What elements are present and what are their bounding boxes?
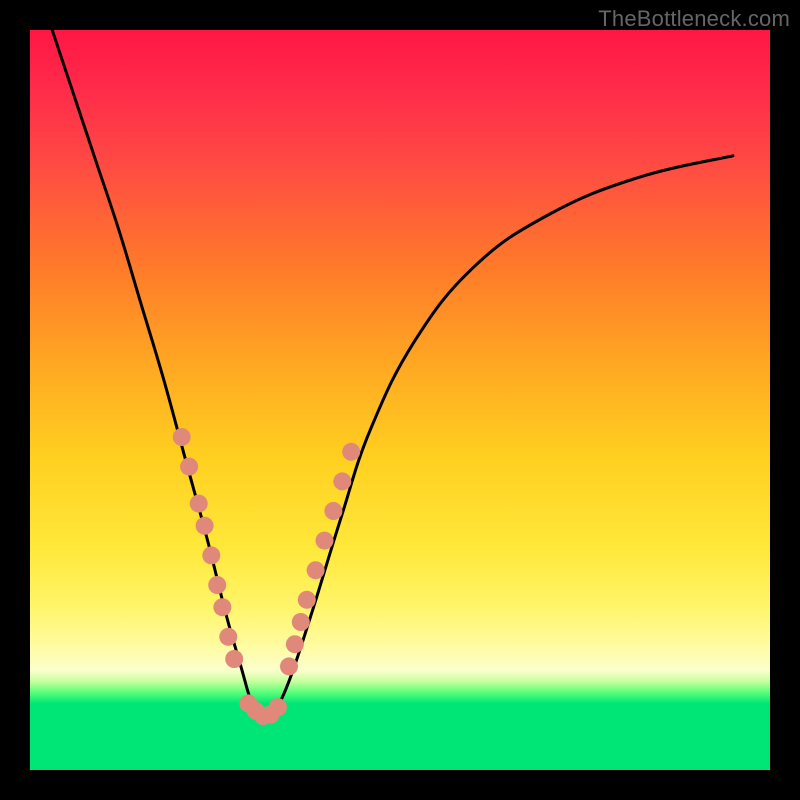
beads-group <box>173 428 361 725</box>
bead-bottom-4 <box>269 698 287 716</box>
plot-area <box>30 30 770 770</box>
bead-left-1 <box>180 458 198 476</box>
bead-left-4 <box>202 546 220 564</box>
bead-left-7 <box>219 628 237 646</box>
bead-right-5 <box>316 532 334 550</box>
bead-left-2 <box>190 495 208 513</box>
bead-right-0 <box>280 657 298 675</box>
bead-right-8 <box>342 443 360 461</box>
bead-left-6 <box>213 598 231 616</box>
bead-left-3 <box>196 517 214 535</box>
bead-right-1 <box>286 635 304 653</box>
bead-right-2 <box>292 613 310 631</box>
bead-right-7 <box>333 472 351 490</box>
bead-left-8 <box>225 650 243 668</box>
bead-right-3 <box>298 591 316 609</box>
bead-right-4 <box>307 561 325 579</box>
watermark-text: TheBottleneck.com <box>598 6 790 32</box>
bead-left-0 <box>173 428 191 446</box>
bottleneck-curve-svg <box>30 30 770 770</box>
bead-right-6 <box>324 502 342 520</box>
bead-left-5 <box>208 576 226 594</box>
outer-frame: TheBottleneck.com <box>0 0 800 800</box>
bottleneck-curve-path <box>52 30 733 719</box>
